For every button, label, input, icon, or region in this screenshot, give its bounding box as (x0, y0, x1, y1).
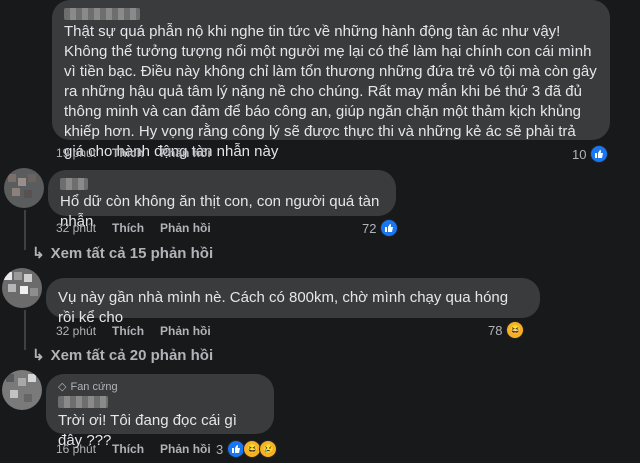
haha-icon: 😆 (506, 321, 525, 339)
view-all-replies-button[interactable]: ↳ Xem tất cả 15 phản hồi (32, 244, 214, 263)
reaction-summary-4[interactable]: 3 😆 😢 (216, 440, 278, 458)
reply-arrow-icon: ↳ (32, 245, 45, 262)
reply-button[interactable]: Phản hồi (160, 442, 211, 456)
author-name-redacted[interactable] (58, 396, 108, 408)
reply-button[interactable]: Phản hồi (160, 324, 211, 338)
fan-badge: ◇ Fan cứng (58, 380, 262, 394)
view-replies-label: Xem tất cả 20 phản hồi (50, 346, 214, 364)
reaction-count: 10 (572, 146, 587, 162)
thread-line (24, 310, 26, 350)
reaction-count: 78 (488, 322, 503, 338)
comment-actions-3: 32 phút Thích Phản hồi (56, 324, 211, 338)
comment-time: 19 phút (56, 146, 97, 160)
avatar[interactable] (2, 268, 42, 308)
avatar[interactable] (2, 370, 42, 410)
fan-badge-label: Fan cứng (70, 380, 118, 393)
like-button[interactable]: Thích (112, 442, 144, 456)
like-button[interactable]: Thích (112, 324, 144, 338)
avatar[interactable] (4, 168, 44, 208)
reaction-count: 3 (216, 441, 224, 457)
author-name-redacted[interactable] (60, 178, 88, 190)
reaction-summary-1[interactable]: 10 (572, 145, 609, 163)
like-button[interactable]: Thích (112, 146, 144, 160)
reaction-count: 72 (362, 220, 377, 236)
comment-actions-1: 19 phút Thích Phản hồi (56, 146, 211, 160)
comment-time: 32 phút (56, 324, 97, 338)
comment-bubble-1: Thật sự quá phẫn nộ khi nghe tin tức về … (52, 0, 610, 160)
like-icon (590, 145, 609, 163)
comment-time: 16 phút (56, 442, 97, 456)
view-replies-label: Xem tất cả 15 phản hồi (50, 244, 214, 262)
reaction-summary-3[interactable]: 78 😆 (488, 321, 525, 339)
comment-actions-4: 16 phút Thích Phản hồi (56, 442, 211, 456)
comment-bubble-3: Vụ này gần nhà mình nè. Cách có 800km, c… (46, 278, 540, 326)
comment-text: Vụ này gần nhà mình nè. Cách có 800km, c… (58, 289, 509, 326)
comment-actions-2: 32 phút Thích Phản hồi (56, 221, 211, 235)
reply-button[interactable]: Phản hồi (160, 146, 211, 160)
comment-time: 32 phút (56, 221, 97, 235)
reply-button[interactable]: Phản hồi (160, 221, 211, 235)
thread-line (24, 210, 26, 250)
like-button[interactable]: Thích (112, 221, 144, 235)
sad-icon: 😢 (259, 440, 278, 458)
author-name-redacted[interactable] (64, 8, 140, 20)
like-icon (380, 219, 399, 237)
view-all-replies-button[interactable]: ↳ Xem tất cả 20 phản hồi (32, 346, 214, 365)
comment-text: Thật sự quá phẫn nộ khi nghe tin tức về … (64, 23, 597, 160)
reply-arrow-icon: ↳ (32, 347, 45, 364)
reaction-summary-2[interactable]: 72 (362, 219, 399, 237)
comment-bubble-2: Hổ dữ còn không ăn thịt con, con người q… (48, 170, 396, 230)
comment-bubble-4: ◇ Fan cứng Trời ơi! Tôi đang đọc cái gì … (46, 374, 274, 449)
diamond-icon: ◇ (58, 381, 67, 393)
